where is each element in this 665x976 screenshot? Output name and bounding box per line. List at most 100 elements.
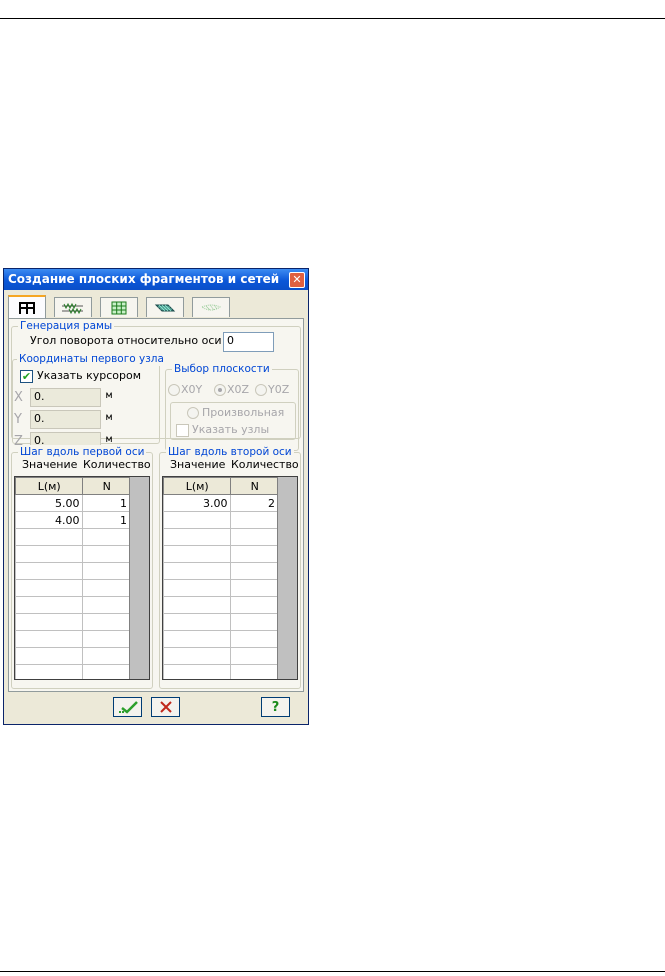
rotation-angle-input[interactable]: 0 xyxy=(223,332,274,352)
axis1-length-cell[interactable]: 4.00 xyxy=(15,511,84,529)
axis2-length-col-header: L(м) xyxy=(163,477,232,495)
axis2-n-cell[interactable] xyxy=(230,511,279,529)
plane-y0z-radio[interactable] xyxy=(255,384,267,396)
axis1-table-row[interactable]: 4.00 1 xyxy=(15,511,131,529)
axis1-table-row[interactable] xyxy=(15,647,131,665)
axis2-n-cell[interactable] xyxy=(230,528,279,546)
axis1-length-cell[interactable] xyxy=(15,613,84,631)
cancel-button[interactable] xyxy=(151,697,180,717)
axis1-table-row[interactable] xyxy=(15,664,131,679)
axis2-table-row[interactable] xyxy=(163,647,279,665)
axis2-table-row[interactable] xyxy=(163,630,279,648)
axis1-step-label: Шаг вдоль первой оси xyxy=(18,445,147,459)
spring-icon xyxy=(62,302,83,314)
axis2-n-cell[interactable] xyxy=(230,596,279,614)
axis1-table-row[interactable]: 5.00 1 xyxy=(15,494,131,512)
axis2-length-cell[interactable] xyxy=(163,613,232,631)
axis1-n-cell[interactable]: 1 xyxy=(82,494,131,512)
y-label: Y xyxy=(14,412,22,427)
axis2-n-cell[interactable]: 2 xyxy=(230,494,279,512)
axis2-length-cell[interactable] xyxy=(163,562,232,580)
axis1-n-cell[interactable] xyxy=(82,528,131,546)
axis1-table-row[interactable] xyxy=(15,613,131,631)
axis1-table-row[interactable] xyxy=(15,562,131,580)
cursor-checkbox[interactable]: ✔ xyxy=(20,370,33,383)
axis2-length-cell[interactable] xyxy=(163,596,232,614)
axis2-table-row[interactable] xyxy=(163,511,279,529)
axis2-length-cell[interactable] xyxy=(163,528,232,546)
axis2-n-cell[interactable] xyxy=(230,545,279,563)
axis2-length-cell[interactable]: 3.00 xyxy=(163,494,232,512)
axis1-step-table[interactable]: L(м) N 5.00 1 4.00 1 xyxy=(14,476,150,680)
close-button[interactable]: ✕ xyxy=(289,272,305,288)
axis1-length-cell[interactable] xyxy=(15,596,84,614)
axis1-n-col-header: N xyxy=(82,477,131,495)
axis2-n-cell[interactable] xyxy=(230,664,279,679)
axis2-table-row[interactable] xyxy=(163,562,279,580)
axis2-length-cell[interactable] xyxy=(163,664,232,679)
axis1-table-row[interactable] xyxy=(15,545,131,563)
axis1-n-cell[interactable] xyxy=(82,647,131,665)
axis1-length-cell[interactable] xyxy=(15,528,84,546)
axis1-table-row[interactable] xyxy=(15,528,131,546)
axis1-n-cell[interactable] xyxy=(82,596,131,614)
axis2-n-cell[interactable] xyxy=(230,630,279,648)
y-coordinate-input[interactable]: 0. xyxy=(30,410,101,429)
specify-nodes-checkbox[interactable] xyxy=(176,424,189,437)
axis2-length-cell[interactable] xyxy=(163,579,232,597)
axis1-length-cell[interactable] xyxy=(15,545,84,563)
axis1-table-row[interactable] xyxy=(15,630,131,648)
axis2-table-row[interactable] xyxy=(163,664,279,679)
axis1-n-cell[interactable] xyxy=(82,630,131,648)
axis2-length-cell[interactable] xyxy=(163,647,232,665)
tab-plate-mesh[interactable] xyxy=(146,297,184,317)
tab-surface-mesh[interactable] xyxy=(192,297,230,317)
dialog-title-bar[interactable]: Создание плоских фрагментов и сетей ✕ xyxy=(4,269,308,290)
specify-nodes-label: Указать узлы xyxy=(192,423,270,436)
axis1-length-cell[interactable]: 5.00 xyxy=(15,494,84,512)
plane-x0y-radio[interactable] xyxy=(168,384,180,396)
axis2-n-cell[interactable] xyxy=(230,647,279,665)
axis2-table-row[interactable] xyxy=(163,528,279,546)
axis2-step-label: Шаг вдоль второй оси xyxy=(166,445,294,459)
axis2-n-col-header: N xyxy=(230,477,279,495)
ok-button[interactable] xyxy=(113,697,142,717)
axis2-table-row[interactable] xyxy=(163,545,279,563)
axis1-table-row[interactable] xyxy=(15,579,131,597)
axis1-length-cell[interactable] xyxy=(15,579,84,597)
axis2-n-cell[interactable] xyxy=(230,579,279,597)
axis1-n-cell[interactable]: 1 xyxy=(82,511,131,529)
axis2-length-cell[interactable] xyxy=(163,545,232,563)
axis2-table-row[interactable] xyxy=(163,613,279,631)
axis2-table-scrollbar[interactable] xyxy=(277,477,297,679)
axis1-n-cell[interactable] xyxy=(82,613,131,631)
axis2-n-cell[interactable] xyxy=(230,562,279,580)
axis1-n-cell[interactable] xyxy=(82,579,131,597)
tab-frame[interactable] xyxy=(8,295,46,319)
axis2-step-table[interactable]: L(м) N 3.00 2 xyxy=(162,476,298,680)
axis1-n-cell[interactable] xyxy=(82,562,131,580)
axis1-table-scrollbar[interactable] xyxy=(129,477,149,679)
axis2-table-row[interactable] xyxy=(163,579,279,597)
axis2-table-row[interactable]: 3.00 2 xyxy=(163,494,279,512)
axis2-length-cell[interactable] xyxy=(163,511,232,529)
plane-selection-group: Выбор плоскости X0Y X0Z Y0Z Произвольная… xyxy=(165,362,299,451)
axis1-length-cell[interactable] xyxy=(15,562,84,580)
axis1-n-cell[interactable] xyxy=(82,545,131,563)
tab-grid[interactable] xyxy=(100,297,138,317)
axis2-length-cell[interactable] xyxy=(163,630,232,648)
plane-y0z-label: Y0Z xyxy=(268,383,290,396)
axis1-n-cell[interactable] xyxy=(82,664,131,679)
tab-spring[interactable] xyxy=(54,297,92,317)
arbitrary-plane-radio[interactable] xyxy=(187,407,199,419)
axis2-n-cell[interactable] xyxy=(230,613,279,631)
axis1-length-cell[interactable] xyxy=(15,664,84,679)
help-button[interactable]: ? xyxy=(261,697,290,717)
axis1-length-cell[interactable] xyxy=(15,647,84,665)
x-coordinate-input[interactable]: 0. xyxy=(30,388,101,407)
plane-x0z-radio[interactable] xyxy=(214,384,226,396)
axis1-length-cell[interactable] xyxy=(15,630,84,648)
arbitrary-plane-label: Произвольная xyxy=(202,406,285,419)
axis1-table-row[interactable] xyxy=(15,596,131,614)
axis2-table-row[interactable] xyxy=(163,596,279,614)
